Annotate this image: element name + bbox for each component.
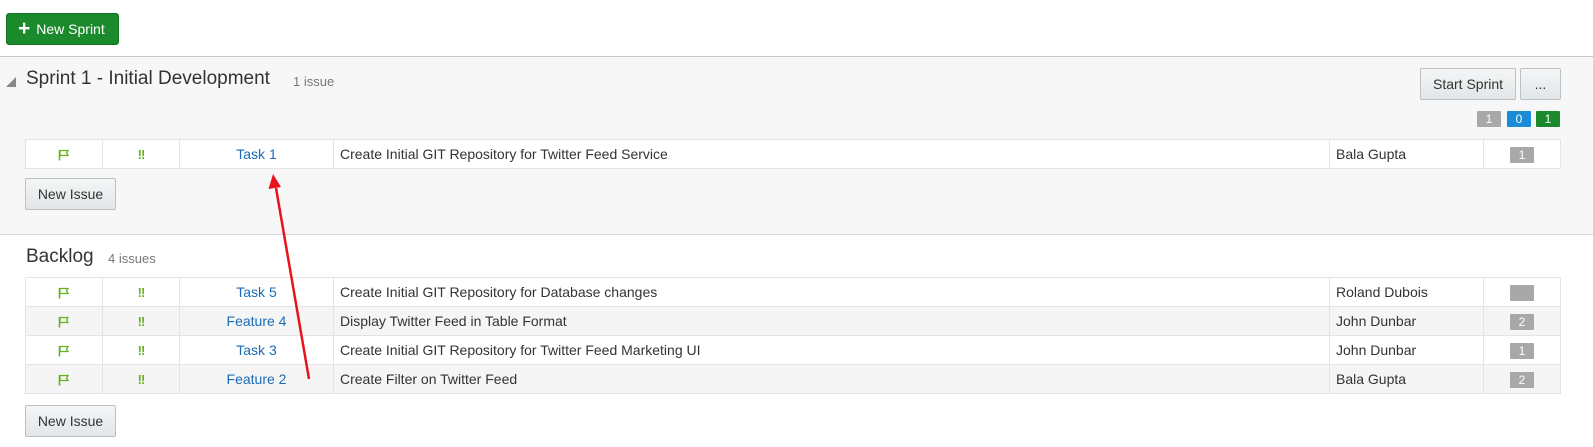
points-badge: 2 <box>1510 371 1534 388</box>
issue-key-link[interactable]: Task 5 <box>236 284 276 300</box>
issue-key-link[interactable]: Task 1 <box>236 146 276 162</box>
issue-key-link[interactable]: Task 3 <box>236 342 276 358</box>
flag-icon <box>58 150 70 161</box>
backlog-title: Backlog <box>26 246 94 267</box>
priority-cell: !! <box>102 335 180 365</box>
points-cell: 2 <box>1483 306 1561 336</box>
priority-icon: !! <box>137 343 146 358</box>
collapse-icon[interactable] <box>6 77 16 87</box>
points-badge: 1 <box>1510 342 1534 359</box>
points-cell: 1 <box>1483 335 1561 365</box>
issue-key-cell: Task 3 <box>179 335 334 365</box>
issue-summary[interactable]: Create Filter on Twitter Feed <box>333 364 1330 394</box>
issue-key-cell: Task 1 <box>179 139 334 169</box>
sprint-panel: Sprint 1 - Initial Development 1 issue S… <box>0 56 1593 235</box>
issue-summary[interactable]: Create Initial GIT Repository for Databa… <box>333 277 1330 307</box>
sprint-new-issue-button[interactable]: New Issue <box>25 178 116 210</box>
flag-icon <box>58 288 70 299</box>
issue-assignee: Roland Dubois <box>1329 277 1484 307</box>
points-badge: 1 <box>1510 146 1534 163</box>
priority-icon: !! <box>137 285 146 300</box>
issue-key-cell: Task 5 <box>179 277 334 307</box>
start-sprint-button[interactable]: Start Sprint <box>1420 68 1516 100</box>
table-row[interactable]: !! Feature 4 Display Twitter Feed in Tab… <box>25 306 1561 336</box>
backlog-issue-table: !! Task 5 Create Initial GIT Repository … <box>25 277 1561 394</box>
issue-type-cell <box>25 139 103 169</box>
priority-icon: !! <box>137 314 146 329</box>
points-cell <box>1483 277 1561 307</box>
backlog-new-issue-button[interactable]: New Issue <box>25 405 116 437</box>
status-badge-todo: 1 <box>1477 111 1501 127</box>
issue-type-cell <box>25 364 103 394</box>
points-badge: 2 <box>1510 313 1534 330</box>
issue-type-cell <box>25 335 103 365</box>
priority-icon: !! <box>137 372 146 387</box>
new-sprint-label: New Sprint <box>36 21 105 37</box>
issue-assignee: John Dunbar <box>1329 335 1484 365</box>
flag-icon <box>58 375 70 386</box>
flag-icon <box>58 346 70 357</box>
sprint-title: Sprint 1 - Initial Development <box>26 68 270 89</box>
priority-cell: !! <box>102 139 180 169</box>
priority-cell: !! <box>102 364 180 394</box>
issue-summary[interactable]: Create Initial GIT Repository for Twitte… <box>333 139 1330 169</box>
flag-icon <box>58 317 70 328</box>
issue-summary[interactable]: Create Initial GIT Repository for Twitte… <box>333 335 1330 365</box>
table-row[interactable]: !! Task 1 Create Initial GIT Repository … <box>25 139 1561 169</box>
points-cell: 2 <box>1483 364 1561 394</box>
more-label: ... <box>1534 76 1547 92</box>
issue-key-cell: Feature 2 <box>179 364 334 394</box>
new-issue-label: New Issue <box>37 186 104 202</box>
issue-assignee: Bala Gupta <box>1329 139 1484 169</box>
issue-type-cell <box>25 277 103 307</box>
sprint-issue-count: 1 issue <box>293 74 335 89</box>
priority-cell: !! <box>102 277 180 307</box>
new-sprint-button[interactable]: + New Sprint <box>6 13 119 45</box>
issue-assignee: John Dunbar <box>1329 306 1484 336</box>
status-badge-inprogress: 0 <box>1507 111 1531 127</box>
issue-assignee: Bala Gupta <box>1329 364 1484 394</box>
sprint-issue-table: !! Task 1 Create Initial GIT Repository … <box>25 139 1561 169</box>
issue-summary[interactable]: Display Twitter Feed in Table Format <box>333 306 1330 336</box>
table-row[interactable]: !! Feature 2 Create Filter on Twitter Fe… <box>25 364 1561 394</box>
points-badge <box>1510 284 1534 301</box>
plus-icon: + <box>18 16 31 40</box>
issue-type-cell <box>25 306 103 336</box>
priority-icon: !! <box>137 147 146 162</box>
table-row[interactable]: !! Task 3 Create Initial GIT Repository … <box>25 335 1561 365</box>
sprint-more-button[interactable]: ... <box>1520 68 1561 100</box>
table-row[interactable]: !! Task 5 Create Initial GIT Repository … <box>25 277 1561 307</box>
issue-key-link[interactable]: Feature 4 <box>227 313 287 329</box>
status-badge-done: 1 <box>1536 111 1560 127</box>
backlog-issue-count: 4 issues <box>108 251 156 266</box>
start-sprint-label: Start Sprint <box>1432 76 1504 92</box>
points-cell: 1 <box>1483 139 1561 169</box>
issue-key-link[interactable]: Feature 2 <box>227 371 287 387</box>
priority-cell: !! <box>102 306 180 336</box>
new-issue-label: New Issue <box>37 413 104 429</box>
issue-key-cell: Feature 4 <box>179 306 334 336</box>
